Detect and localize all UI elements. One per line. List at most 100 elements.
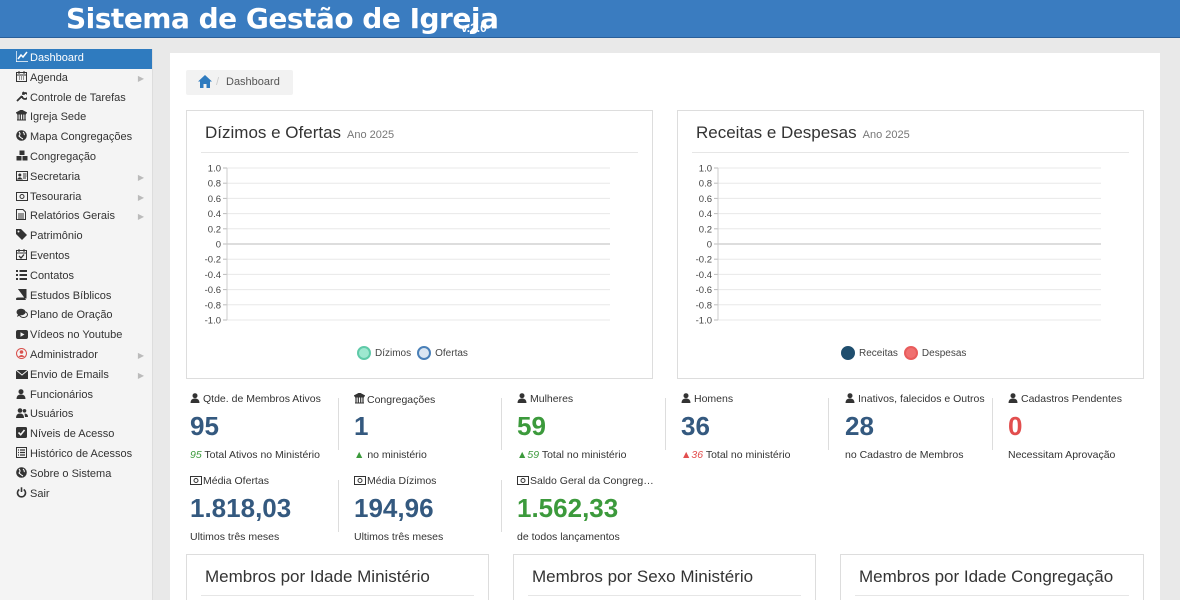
legend-item[interactable]: Receitas	[841, 346, 898, 360]
comments-icon	[16, 307, 28, 319]
sidebar-item-dashboard[interactable]: Dashboard	[0, 49, 152, 69]
chevron-right-icon: ▶	[137, 73, 144, 83]
sidebar-item-historico-de-acessos[interactable]: Histórico de Acessos	[0, 445, 152, 465]
sidebar-item-label: Dashboard	[30, 52, 84, 64]
stat-value: 36	[681, 411, 710, 441]
users-icon	[16, 406, 28, 419]
stat-congregacoes: Congregações 1 ▲ no ministério	[354, 393, 504, 461]
sidebar-item-estudos-biblicos[interactable]: Estudos Bíblicos	[0, 287, 152, 307]
check-square-icon	[16, 426, 27, 439]
chevron-right-icon: ▶	[137, 350, 144, 360]
legend-marker	[417, 346, 432, 360]
stat-foot: Total no ministério	[541, 449, 627, 461]
y-tick-label: 0.2	[208, 224, 221, 235]
divider	[501, 398, 502, 450]
sidebar-item-controle-de-tarefas[interactable]: Controle de Tarefas	[0, 89, 152, 109]
sidebar-item-plano-de-oracao[interactable]: Plano de Oração	[0, 306, 152, 326]
panel-membros-idade-congregacao: Membros por Idade Congregação	[840, 554, 1144, 600]
y-tick-label: -0.6	[696, 285, 712, 296]
stat-foot: Ultimos três meses	[190, 531, 280, 543]
stat-cadastros-pendentes: Cadastros Pendentes 0 Necessitam Aprovaç…	[1008, 393, 1158, 461]
home-icon[interactable]	[198, 75, 212, 91]
y-tick-label: -0.6	[205, 285, 221, 296]
y-tick-label: 0.4	[699, 209, 712, 220]
stat-value: 194,96	[354, 493, 434, 523]
stat-value: 1.818,03	[190, 493, 292, 523]
money-icon	[354, 476, 366, 486]
sidebar-item-videos-no-youtube[interactable]: Vídeos no Youtube	[0, 326, 152, 346]
chevron-right-icon: ▶	[137, 212, 144, 222]
stat-value: 0	[1008, 411, 1023, 441]
stat-trend: 95	[190, 449, 202, 461]
y-tick-label: -0.2	[205, 255, 221, 266]
stat-label: Média Ofertas	[203, 475, 269, 487]
sidebar-menu: Dashboard Agenda ▶ Controle de Tarefas Igrej…	[0, 49, 153, 600]
sidebar-item-envio-de-emails[interactable]: Envio de Emails ▶	[0, 366, 152, 386]
legend-item[interactable]: Ofertas	[417, 346, 468, 360]
divider	[501, 480, 502, 532]
y-tick-label: -0.2	[696, 255, 712, 266]
y-tick-label: 0	[216, 240, 221, 251]
y-tick-label: 0.4	[208, 209, 221, 220]
divider	[855, 595, 1129, 596]
sidebar-item-label: Relatórios Gerais	[30, 210, 115, 223]
chevron-right-icon: ▶	[137, 370, 144, 380]
sidebar-item-mapa-congregacoes[interactable]: Mapa Congregações	[0, 128, 152, 148]
sidebar-item-tesouraria[interactable]: Tesouraria ▶	[0, 188, 152, 208]
y-tick-label: 0.6	[699, 194, 712, 205]
sidebar-item-administrador[interactable]: Administrador ▶	[0, 346, 152, 366]
sidebar-item-congregacao[interactable]: Congregação	[0, 148, 152, 168]
legend-item[interactable]: Dízimos	[357, 346, 411, 360]
chevron-right-icon: ▶	[137, 172, 144, 182]
sidebar-item-usuarios[interactable]: Usuários	[0, 405, 152, 425]
sidebar-item-funcionarios[interactable]: Funcionários	[0, 386, 152, 406]
y-tick-label: -1.0	[205, 316, 221, 327]
y-tick-label: -0.8	[696, 300, 712, 311]
breadcrumb: / Dashboard	[186, 70, 293, 95]
calendar-check-icon	[16, 248, 27, 260]
stat-value: 28	[845, 411, 874, 441]
sidebar-item-patrimonio[interactable]: Patrimônio	[0, 227, 152, 247]
sidebar-item-secretaria[interactable]: Secretaria ▶	[0, 168, 152, 188]
youtube-icon	[16, 327, 28, 340]
user-icon	[517, 393, 527, 403]
id-card-icon	[16, 169, 28, 181]
divider	[201, 595, 474, 596]
breadcrumb-current: Dashboard	[226, 76, 280, 88]
sidebar-item-contatos[interactable]: Contatos	[0, 267, 152, 287]
panel-title: Membros por Idade Ministério	[205, 567, 430, 586]
sidebar-item-sobre-o-sistema[interactable]: Sobre o Sistema	[0, 465, 152, 485]
sidebar-item-label: Contatos	[30, 269, 75, 282]
stat-trend: ▲59	[517, 449, 540, 461]
tag-icon	[16, 228, 27, 241]
divider	[338, 480, 339, 532]
sidebar-item-igreja-sede[interactable]: Igreja Sede	[0, 108, 152, 128]
report-icon	[16, 208, 27, 221]
legend-marker	[841, 346, 855, 360]
sidebar-item-eventos[interactable]: Eventos	[0, 247, 152, 267]
sidebar-item-label: Usuários	[30, 408, 74, 421]
stat-trend: ▲	[354, 449, 365, 461]
breadcrumb-separator: /	[216, 76, 220, 88]
sidebar-item-niveis-de-acesso[interactable]: Níveis de Acesso	[0, 425, 152, 445]
legend-item[interactable]: Despesas	[903, 346, 966, 360]
building-icon	[354, 393, 366, 404]
money-icon	[190, 476, 202, 486]
y-tick-label: -1.0	[696, 316, 712, 327]
stat-label: Inativos, falecidos e Outros	[858, 393, 985, 405]
stat-foot: Ultimos três meses	[354, 531, 444, 543]
list-icon	[16, 268, 27, 280]
divider	[828, 398, 829, 450]
sidebar-item-label: Tesouraria	[30, 190, 82, 203]
y-tick-label: 0.6	[208, 194, 221, 205]
wrench-icon	[16, 90, 29, 102]
sidebar-item-sair[interactable]: Sair	[0, 485, 152, 505]
sidebar-item-label: Controle de Tarefas	[30, 91, 126, 104]
sidebar-item-agenda[interactable]: Agenda ▶	[0, 69, 152, 89]
y-tick-label: 0.8	[208, 179, 221, 190]
stat-membros-ativos: Qtde. de Membros Ativos 95 95 Total Ativ…	[190, 393, 340, 461]
power-icon	[16, 486, 27, 498]
book-icon	[15, 288, 27, 301]
stat-trend: ▲36	[681, 449, 704, 461]
sidebar-item-relatorios-gerais[interactable]: Relatórios Gerais ▶	[0, 207, 152, 227]
